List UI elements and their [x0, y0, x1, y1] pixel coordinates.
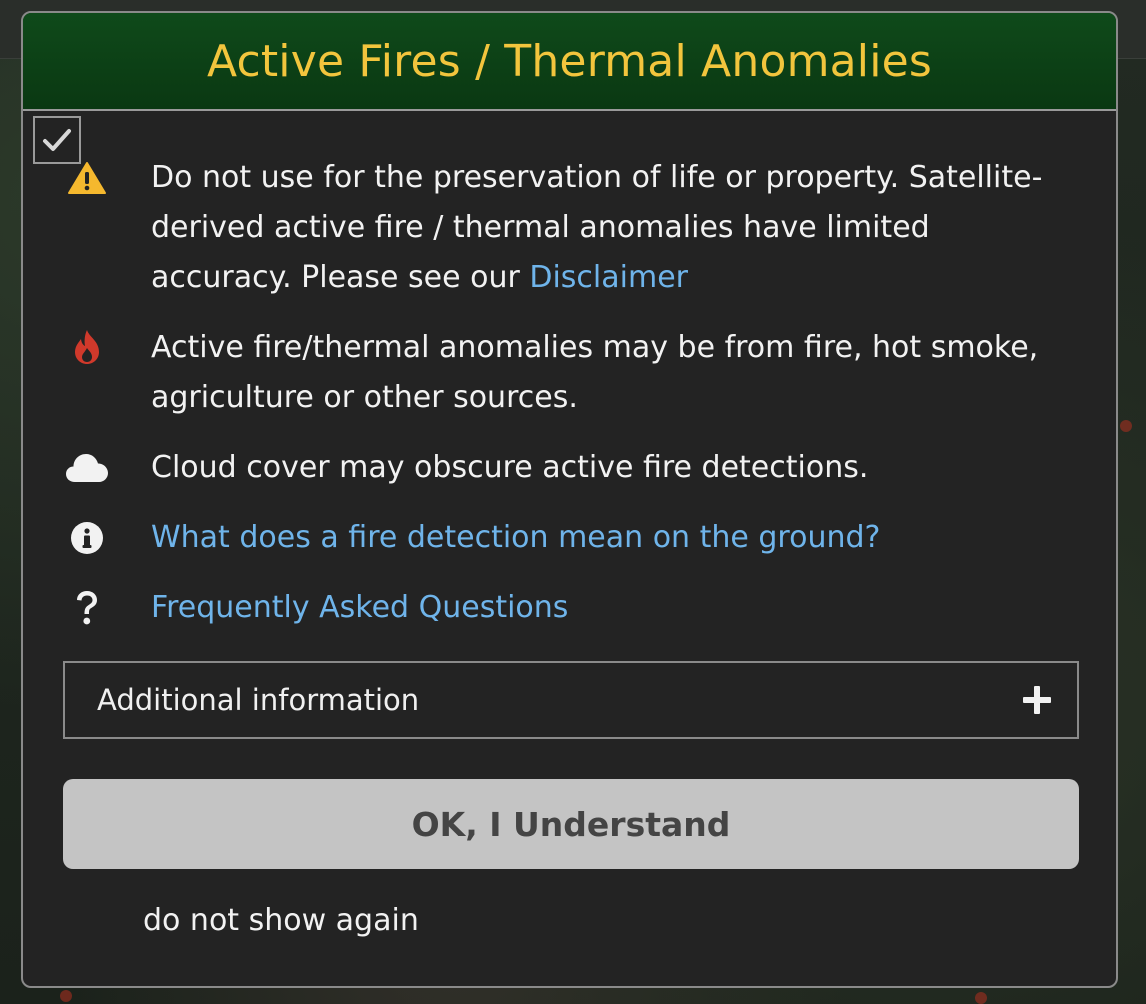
cloud-icon — [23, 443, 151, 483]
ok-understand-button[interactable]: OK, I Understand — [63, 779, 1079, 869]
fire-marker — [1120, 420, 1132, 432]
fire-marker — [60, 990, 72, 1002]
checkmark-icon — [43, 129, 71, 151]
notice-info: What does a fire detection mean on the g… — [23, 513, 1051, 563]
fire-warning-dialog: Active Fires / Thermal Anomalies Do not … — [21, 11, 1118, 988]
notice-cloud: Cloud cover may obscure active fire dete… — [23, 443, 1051, 493]
additional-information-toggle[interactable]: Additional information — [63, 661, 1079, 739]
faq-link[interactable]: Frequently Asked Questions — [151, 590, 568, 625]
dialog-header: Active Fires / Thermal Anomalies — [23, 13, 1116, 111]
notice-fire: Active fire/thermal anomalies may be fro… — [23, 323, 1051, 423]
notice-faq: Frequently Asked Questions — [23, 583, 1051, 633]
warning-icon — [23, 153, 151, 195]
fire-icon — [23, 323, 151, 365]
disclaimer-link[interactable]: Disclaimer — [529, 260, 688, 295]
dialog-title: Active Fires / Thermal Anomalies — [206, 35, 933, 87]
notice-cloud-text: Cloud cover may obscure active fire dete… — [151, 450, 869, 485]
notice-warning-text: Do not use for the preservation of life … — [151, 153, 1051, 303]
fire-marker — [975, 992, 987, 1004]
notice-info-text: What does a fire detection mean on the g… — [151, 513, 1051, 563]
do-not-show-again-link[interactable]: do not show again — [143, 903, 419, 938]
notice-warning: Do not use for the preservation of life … — [23, 153, 1051, 303]
info-icon — [23, 513, 151, 555]
fire-detection-meaning-link[interactable]: What does a fire detection mean on the g… — [151, 520, 880, 555]
notice-faq-text: Frequently Asked Questions — [151, 583, 1051, 633]
plus-icon — [1023, 686, 1051, 714]
additional-information-label: Additional information — [97, 683, 420, 717]
question-icon — [23, 583, 151, 627]
notice-fire-text: Active fire/thermal anomalies may be fro… — [151, 330, 1039, 415]
